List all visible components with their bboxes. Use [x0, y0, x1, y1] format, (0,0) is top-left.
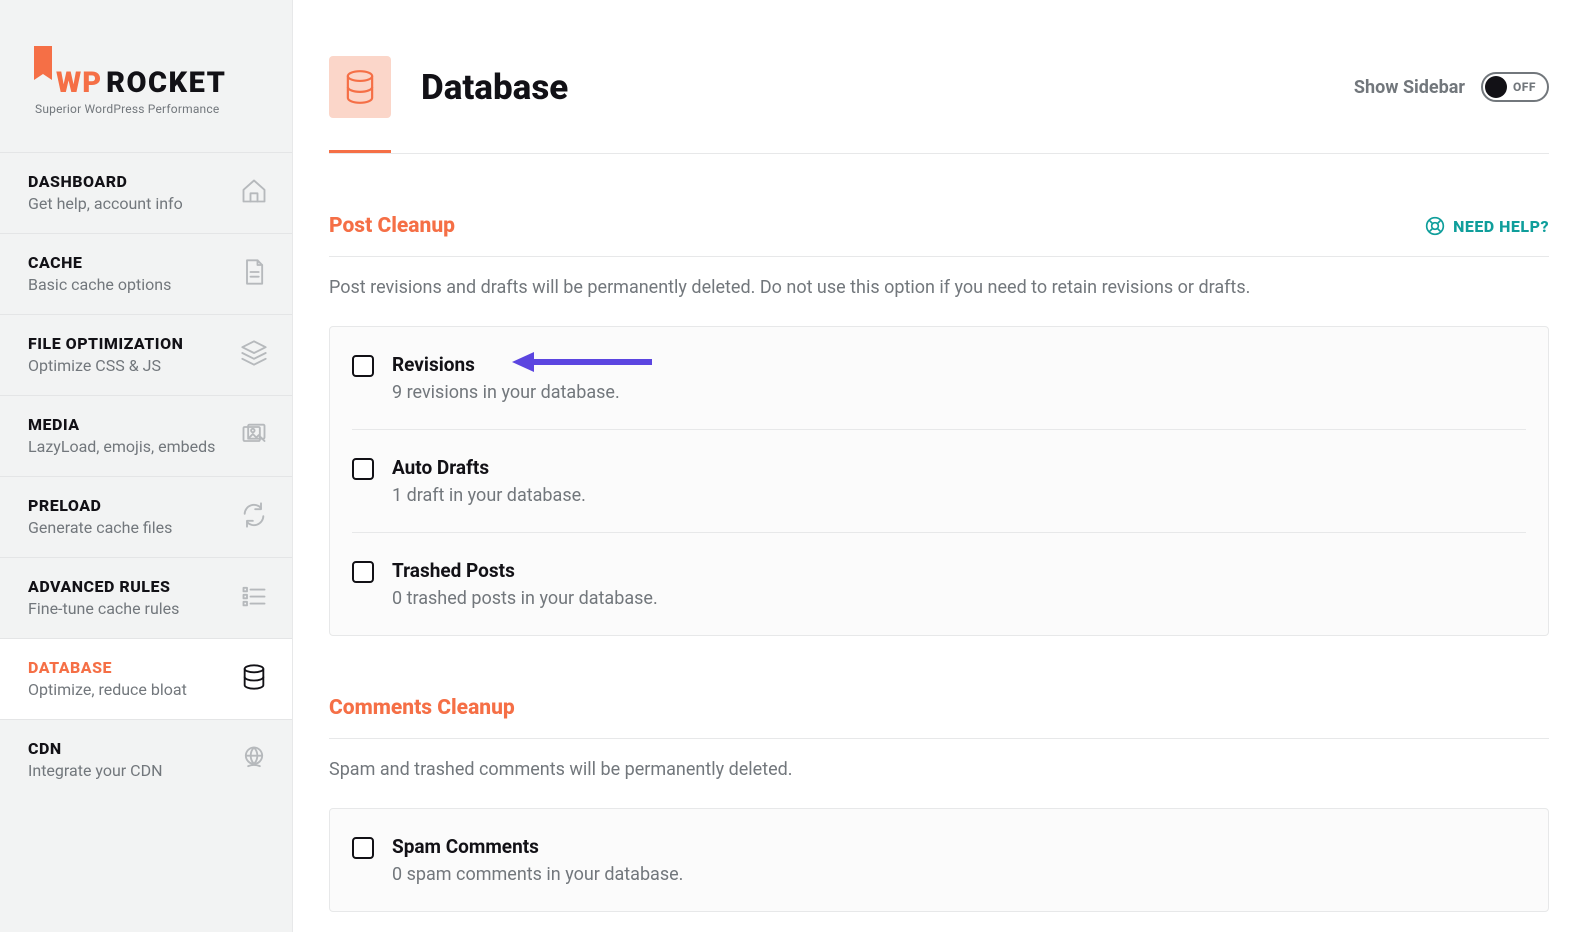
nav-sub: Generate cache files [28, 518, 172, 537]
option-row: Auto Drafts 1 draft in your database. [352, 430, 1526, 533]
option-sub: 1 draft in your database. [392, 485, 586, 506]
nav-title: FILE OPTIMIZATION [28, 334, 183, 353]
section-post-cleanup: Post Cleanup NEED HELP? Post revisions a… [329, 214, 1549, 636]
logo-tagline: Superior WordPress Performance [35, 102, 264, 116]
page-title: Database [421, 67, 568, 108]
nav-title: DATABASE [28, 658, 187, 677]
page-header: Database Show Sidebar OFF [329, 0, 1549, 118]
option-group: Spam Comments 0 spam comments in your da… [329, 808, 1549, 912]
option-sub: 0 trashed posts in your database. [392, 588, 658, 609]
nav-sub: Get help, account info [28, 194, 183, 213]
refresh-icon [240, 501, 268, 533]
sidebar-item-advanced-rules[interactable]: ADVANCED RULES Fine-tune cache rules [0, 557, 292, 638]
nav-title: DASHBOARD [28, 172, 183, 191]
option-title: Trashed Posts [392, 559, 658, 582]
sidebar-item-preload[interactable]: PRELOAD Generate cache files [0, 476, 292, 557]
sidebar-item-cache[interactable]: CACHE Basic cache options [0, 233, 292, 314]
checkbox-revisions[interactable] [352, 355, 374, 377]
nav-sub: Fine-tune cache rules [28, 599, 179, 618]
images-icon [240, 420, 268, 452]
nav-sub: LazyLoad, emojis, embeds [28, 437, 215, 456]
sidebar-item-dashboard[interactable]: DASHBOARD Get help, account info [0, 152, 292, 233]
database-icon [240, 663, 268, 695]
sidebar-item-file-optimization[interactable]: FILE OPTIMIZATION Optimize CSS & JS [0, 314, 292, 395]
page-icon-database [329, 56, 391, 118]
toggle-text: OFF [1513, 80, 1536, 94]
option-title: Auto Drafts [392, 456, 586, 479]
section-comments-cleanup: Comments Cleanup Spam and trashed commen… [329, 696, 1549, 912]
main-content: Database Show Sidebar OFF Post Cleanup N… [293, 0, 1585, 932]
nav-title: ADVANCED RULES [28, 577, 179, 596]
section-description: Post revisions and drafts will be perman… [329, 277, 1549, 298]
nav-sub: Integrate your CDN [28, 761, 163, 780]
logo-rocket: ROCKET [106, 66, 226, 100]
nav-title: MEDIA [28, 415, 215, 434]
sidebar-item-database[interactable]: DATABASE Optimize, reduce bloat [0, 638, 292, 719]
need-help-label: NEED HELP? [1453, 217, 1549, 236]
document-icon [240, 258, 268, 290]
sidebar: WP ROCKET Superior WordPress Performance… [0, 0, 293, 932]
nav-title: CACHE [28, 253, 171, 272]
nav-sub: Basic cache options [28, 275, 171, 294]
show-sidebar-toggle[interactable]: OFF [1481, 72, 1549, 102]
layers-icon [240, 339, 268, 371]
logo-area: WP ROCKET Superior WordPress Performance [0, 0, 292, 152]
checkbox-trashed-posts[interactable] [352, 561, 374, 583]
need-help-link[interactable]: NEED HELP? [1425, 216, 1549, 236]
section-description: Spam and trashed comments will be perman… [329, 759, 1549, 780]
logo-ribbon-icon [34, 46, 52, 90]
option-sub: 9 revisions in your database. [392, 382, 620, 403]
tab-indicator [329, 150, 1549, 154]
option-row: Spam Comments 0 spam comments in your da… [352, 809, 1526, 911]
option-row: Revisions 9 revisions in your database. [352, 327, 1526, 430]
home-icon [240, 177, 268, 209]
sidebar-item-cdn[interactable]: CDN Integrate your CDN [0, 719, 292, 800]
nav-title: CDN [28, 739, 163, 758]
option-title: Spam Comments [392, 835, 683, 858]
option-sub: 0 spam comments in your database. [392, 864, 683, 885]
nav-sub: Optimize, reduce bloat [28, 680, 187, 699]
section-title: Post Cleanup [329, 214, 455, 238]
nav-title: PRELOAD [28, 496, 172, 515]
checkbox-spam-comments[interactable] [352, 837, 374, 859]
globe-icon [240, 744, 268, 776]
lifesaver-icon [1425, 216, 1445, 236]
checkbox-auto-drafts[interactable] [352, 458, 374, 480]
show-sidebar-label: Show Sidebar [1354, 77, 1465, 98]
sidebar-item-media[interactable]: MEDIA LazyLoad, emojis, embeds [0, 395, 292, 476]
toggle-knob [1485, 76, 1507, 98]
logo-wp: WP [56, 66, 102, 100]
nav-sub: Optimize CSS & JS [28, 356, 183, 375]
section-title: Comments Cleanup [329, 696, 515, 720]
option-group: Revisions 9 revisions in your database. … [329, 326, 1549, 636]
option-title: Revisions [392, 353, 620, 376]
option-row: Trashed Posts 0 trashed posts in your da… [352, 533, 1526, 635]
list-icon [240, 582, 268, 614]
